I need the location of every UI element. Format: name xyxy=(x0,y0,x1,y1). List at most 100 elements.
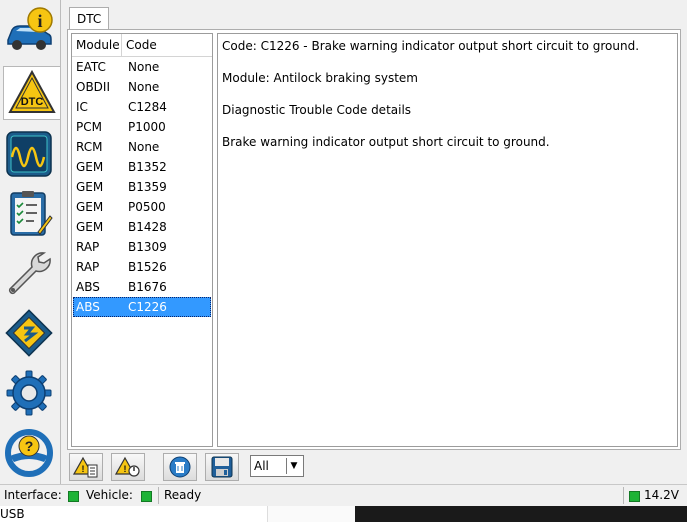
list-rows: EATC None OBDII None IC C1284 PCM P1000 RCM None G… xyxy=(72,57,212,317)
detail-module-line: Module: Antilock braking system xyxy=(222,71,418,85)
dtc-list[interactable]: Module Code EATC None OBDII None IC C1284 PCM P… xyxy=(71,33,213,447)
row-code: B1526 xyxy=(128,260,167,274)
table-row[interactable]: GEM B1352 xyxy=(73,157,211,177)
table-row[interactable]: ABS B1676 xyxy=(73,277,211,297)
sidebar-help-button[interactable]: ? xyxy=(2,426,56,480)
sidebar-settings-button[interactable] xyxy=(2,366,56,420)
status-bar: Interface: Vehicle: Ready 14.2V xyxy=(0,484,687,506)
row-module: RCM xyxy=(76,140,103,154)
gear-icon xyxy=(6,370,52,416)
table-row[interactable]: GEM P0500 xyxy=(73,197,211,217)
svg-text:!: ! xyxy=(124,464,127,474)
row-module: ABS xyxy=(76,300,100,314)
row-module: EATC xyxy=(76,60,106,74)
sidebar: i DTC ? xyxy=(0,0,60,484)
filter-value: All xyxy=(254,459,269,473)
svg-text:?: ? xyxy=(25,438,34,454)
row-code: P1000 xyxy=(128,120,166,134)
row-code: P0500 xyxy=(128,200,166,214)
help-steering-icon: ? xyxy=(5,429,53,477)
oscilloscope-icon xyxy=(6,131,52,177)
dtc-content: Module Code EATC None OBDII None IC C1284 PCM P… xyxy=(67,29,681,450)
list-header: Module Code xyxy=(72,34,212,57)
read-dtc-button[interactable]: ! xyxy=(69,453,103,481)
sidebar-wrench-button[interactable] xyxy=(2,245,56,299)
sidebar-module-button[interactable] xyxy=(2,306,56,360)
table-row[interactable]: IC C1284 xyxy=(73,97,211,117)
row-module: GEM xyxy=(76,220,104,234)
row-module: GEM xyxy=(76,200,104,214)
taskbar-strip: USB xyxy=(0,506,687,522)
status-text: Ready xyxy=(164,488,202,502)
detail-section-title: Diagnostic Trouble Code details xyxy=(222,103,412,117)
detail-description: Brake warning indicator output short cir… xyxy=(222,135,550,149)
vehicle-label: Vehicle: xyxy=(86,488,133,502)
delete-button[interactable] xyxy=(163,453,197,481)
info-car-icon: i xyxy=(7,7,53,50)
checklist-icon xyxy=(10,191,53,236)
chip-icon xyxy=(5,309,53,357)
dtc-icon: DTC xyxy=(8,69,56,113)
chevron-down-icon[interactable]: ▼ xyxy=(286,458,301,474)
column-header-code[interactable]: Code xyxy=(122,34,212,56)
row-code: B1309 xyxy=(128,240,167,254)
usb-label: USB xyxy=(0,507,25,521)
table-row[interactable]: GEM B1359 xyxy=(73,177,211,197)
sidebar-checklist-button[interactable] xyxy=(2,186,56,240)
table-row[interactable]: RCM None xyxy=(73,137,211,157)
row-module: GEM xyxy=(76,180,104,194)
svg-text:i: i xyxy=(37,11,42,31)
interface-label: Interface: xyxy=(4,488,62,502)
row-module: ABS xyxy=(76,280,100,294)
dtc-detail: Code: C1226 - Brake warning indicator ou… xyxy=(217,33,678,447)
sidebar-scope-button[interactable] xyxy=(2,127,56,181)
row-module: OBDII xyxy=(76,80,110,94)
table-row[interactable]: EATC None xyxy=(73,57,211,77)
taskbar-dark-area xyxy=(355,506,687,522)
row-code: None xyxy=(128,60,160,74)
row-module: IC xyxy=(76,100,88,114)
row-code: C1284 xyxy=(128,100,167,114)
save-button[interactable] xyxy=(205,453,239,481)
row-code: None xyxy=(128,80,160,94)
row-module: RAP xyxy=(76,260,100,274)
voltage-led xyxy=(629,491,640,502)
row-module: PCM xyxy=(76,120,102,134)
filter-select[interactable]: All ▼ xyxy=(250,455,304,477)
row-code: B1352 xyxy=(128,160,167,174)
table-row[interactable]: RAP B1309 xyxy=(73,237,211,257)
row-module: RAP xyxy=(76,240,100,254)
row-code: B1428 xyxy=(128,220,167,234)
table-row[interactable]: OBDII None xyxy=(73,77,211,97)
status-separator xyxy=(623,487,624,504)
clear-dtc-button[interactable]: ! xyxy=(111,453,145,481)
status-separator xyxy=(158,487,159,504)
sidebar-info-button[interactable]: i xyxy=(2,2,56,56)
svg-text:!: ! xyxy=(82,464,85,474)
save-icon xyxy=(211,456,233,478)
tab-dtc[interactable]: DTC xyxy=(69,7,110,29)
table-row[interactable]: RAP B1526 xyxy=(73,257,211,277)
row-code: C1226 xyxy=(128,300,167,314)
column-header-module[interactable]: Module xyxy=(72,34,122,56)
warning-list-icon: ! xyxy=(73,456,98,478)
table-row[interactable]: ABS C1226 xyxy=(73,297,211,317)
wrench-icon xyxy=(8,252,51,295)
svg-text:DTC: DTC xyxy=(21,96,44,108)
warning-clear-icon: ! xyxy=(115,456,140,477)
interface-status-led xyxy=(68,491,79,502)
row-code: B1359 xyxy=(128,180,167,194)
taskbar-window-preview xyxy=(267,506,356,522)
row-code: None xyxy=(128,140,160,154)
toolbar: ! ! All ▼ xyxy=(67,453,681,481)
sidebar-dtc-button[interactable]: DTC xyxy=(3,66,60,120)
voltage-readout: 14.2V xyxy=(644,488,679,502)
row-code: B1676 xyxy=(128,280,167,294)
detail-code-line: Code: C1226 - Brake warning indicator ou… xyxy=(222,39,640,53)
main-panel: DTC Module Code EATC None OBDII None IC C1284… xyxy=(60,0,687,484)
table-row[interactable]: GEM B1428 xyxy=(73,217,211,237)
table-row[interactable]: PCM P1000 xyxy=(73,117,211,137)
vehicle-status-led xyxy=(141,491,152,502)
delete-icon xyxy=(169,456,191,478)
row-module: GEM xyxy=(76,160,104,174)
